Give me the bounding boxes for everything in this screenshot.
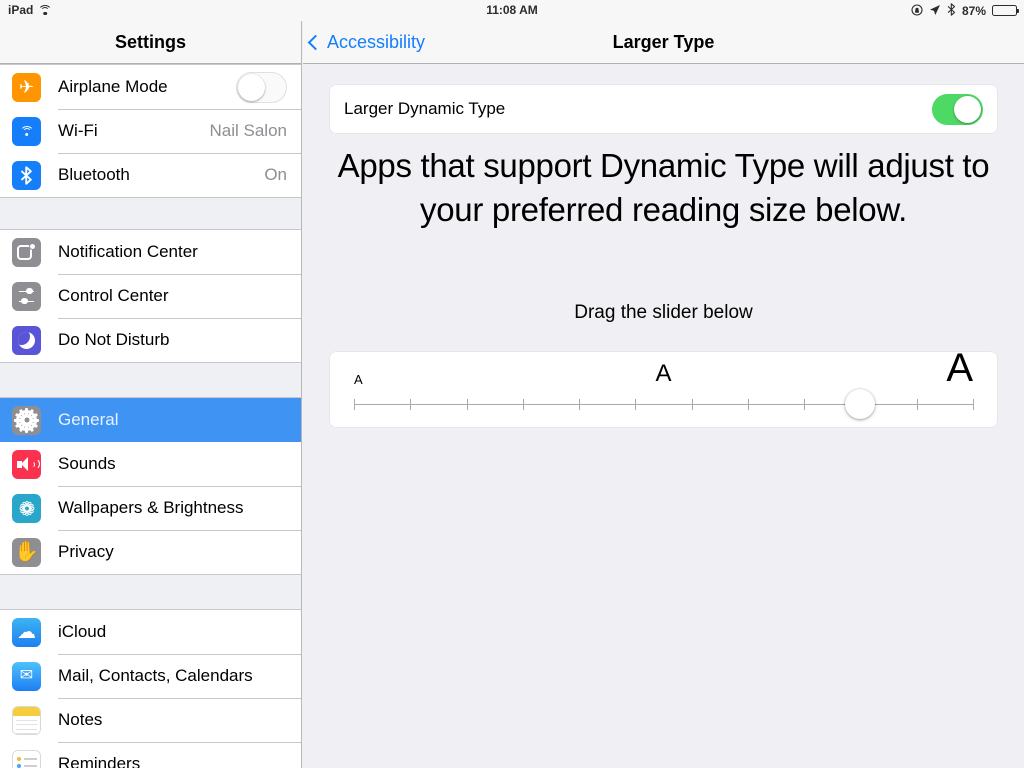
cloud-icon: ☁: [12, 617, 41, 647]
sidebar-item-label: Wallpapers & Brightness: [58, 498, 244, 517]
sidebar-group: ☁ iCloud ✉ Mail, Contacts, Calendars Notes Re…: [0, 609, 301, 768]
sidebar-item-label: Mail, Contacts, Calendars: [58, 666, 253, 685]
toggle-knob: [954, 95, 981, 123]
larger-dynamic-type-toggle[interactable]: [932, 93, 983, 125]
detail-body: Larger Dynamic Type Apps that support Dy…: [303, 64, 1024, 427]
slider-tick: [522, 399, 524, 410]
status-bar: iPad 11:08 AM 87%: [0, 0, 1024, 21]
envelope-icon: ✉: [12, 661, 41, 691]
speaker-icon: [12, 449, 41, 479]
settings-sidebar: Settings ✈ Airplane Mode Wi-Fi Nail Salon Bl…: [0, 21, 302, 768]
notification-center-icon: [12, 237, 41, 267]
sidebar-item-reminders[interactable]: Reminders: [0, 742, 301, 768]
slider-mid-label: A: [655, 360, 672, 387]
sidebar-group: General Sounds Wallpapers & Brightness ✋ Pri…: [0, 397, 301, 575]
gear-icon: [12, 405, 41, 435]
sidebar-group: Notification Center Control Center Do Not …: [0, 229, 301, 363]
sidebar-item-notification-center[interactable]: Notification Center: [0, 230, 301, 274]
sidebar-group: ✈ Airplane Mode Wi-Fi Nail Salon Bluetooth On: [0, 64, 301, 198]
slider-max-label: A: [946, 346, 973, 390]
sidebar-item-bluetooth[interactable]: Bluetooth On: [0, 153, 301, 197]
sidebar-item-value: Nail Salon: [209, 121, 288, 140]
slider-tick: [354, 399, 355, 410]
sidebar-item-label: Sounds: [58, 454, 116, 473]
sidebar-header: Settings: [0, 21, 301, 64]
sidebar-item-value: On: [264, 165, 287, 184]
ipad-settings-screen: iPad 11:08 AM 87% Settings ✈ Airplane Mo…: [0, 0, 1024, 768]
sidebar-item-label: Do Not Disturb: [58, 330, 170, 349]
bluetooth-icon: [12, 160, 41, 190]
sidebar-item-label: Reminders: [58, 754, 141, 768]
battery-percentage-label: 87%: [961, 3, 986, 18]
sidebar-item-do-not-disturb[interactable]: Do Not Disturb: [0, 318, 301, 362]
sidebar-group-separator: [0, 363, 301, 397]
drag-slider-hint: Drag the slider below: [574, 302, 753, 323]
detail-pane: Accessibility Larger Type Larger Dynamic…: [303, 21, 1024, 768]
sidebar-item-privacy[interactable]: ✋ Privacy: [0, 530, 301, 574]
sidebar-group-separator: [0, 575, 301, 609]
wifi-icon: [12, 116, 41, 146]
back-button-label: Accessibility: [327, 31, 426, 52]
sidebar-item-label: Bluetooth: [58, 165, 130, 184]
slider-tick: [691, 399, 693, 410]
sidebar-item-label: Notes: [58, 710, 103, 729]
slider-tick: [410, 399, 412, 410]
description-text: Apps that support Dynamic Type will adju…: [337, 147, 990, 228]
sidebar-item-notes[interactable]: Notes: [0, 698, 301, 742]
larger-dynamic-type-row[interactable]: Larger Dynamic Type: [330, 85, 997, 133]
sidebar-item-label: Wi-Fi: [58, 121, 98, 140]
slider-tick: [916, 399, 918, 410]
battery-icon: [992, 5, 1020, 16]
detail-navigation-bar: Accessibility Larger Type: [303, 21, 1024, 64]
slider-tick: [973, 399, 974, 410]
slider-track[interactable]: [354, 399, 974, 410]
airplane-icon: ✈: [12, 72, 41, 102]
moon-icon: [12, 325, 41, 355]
sidebar-item-label: Privacy: [58, 542, 114, 561]
sidebar-item-label: Control Center: [58, 286, 169, 305]
sidebar-group-separator: [0, 198, 301, 229]
notes-icon: [12, 705, 41, 735]
location-arrow-icon: [929, 4, 941, 18]
sidebar-item-label: Notification Center: [58, 242, 198, 261]
slider-tick: [635, 399, 637, 410]
slider-thumb[interactable]: [845, 389, 876, 419]
slider-tick: [579, 399, 581, 410]
sidebar-list: ✈ Airplane Mode Wi-Fi Nail Salon Bluetooth On…: [0, 64, 301, 768]
sidebar-item-label: General: [58, 410, 119, 429]
slider-tick: [747, 399, 749, 410]
rotation-lock-icon: [911, 3, 923, 18]
toggle-knob: [238, 73, 265, 101]
sidebar-item-label: Airplane Mode: [58, 77, 168, 96]
sidebar-item-icloud[interactable]: ☁ iCloud: [0, 610, 301, 654]
back-button[interactable]: Accessibility: [307, 31, 426, 53]
status-bar-right: 87%: [911, 3, 1020, 18]
sidebar-item-general[interactable]: General: [0, 398, 301, 442]
font-size-slider-card: A A A: [330, 348, 997, 427]
larger-dynamic-type-label: Larger Dynamic Type: [344, 99, 506, 118]
sidebar-item-control-center[interactable]: Control Center: [0, 274, 301, 318]
slider-tick: [804, 399, 806, 410]
sidebar-item-wallpapers-brightness[interactable]: Wallpapers & Brightness: [0, 486, 301, 530]
status-bar-clock: 11:08 AM: [486, 3, 538, 17]
control-center-icon: [12, 281, 41, 311]
bluetooth-icon: [947, 3, 956, 18]
hand-icon: ✋: [12, 537, 41, 567]
sidebar-item-wi-fi[interactable]: Wi-Fi Nail Salon: [0, 109, 301, 153]
slider-tick: [466, 399, 468, 410]
slider-track-area[interactable]: A A A: [354, 348, 974, 427]
sidebar-item-airplane-mode[interactable]: ✈ Airplane Mode: [0, 65, 301, 109]
slider-min-label: A: [354, 372, 363, 387]
sidebar-item-mail-contacts-calendars[interactable]: ✉ Mail, Contacts, Calendars: [0, 654, 301, 698]
flower-icon: [12, 493, 41, 523]
sidebar-item-sounds[interactable]: Sounds: [0, 442, 301, 486]
reminders-icon: [12, 749, 41, 768]
airplane-mode-toggle[interactable]: [236, 71, 287, 103]
chevron-left-icon: [307, 34, 324, 50]
sidebar-item-label: iCloud: [58, 622, 107, 641]
page-title: Settings: [114, 31, 186, 52]
